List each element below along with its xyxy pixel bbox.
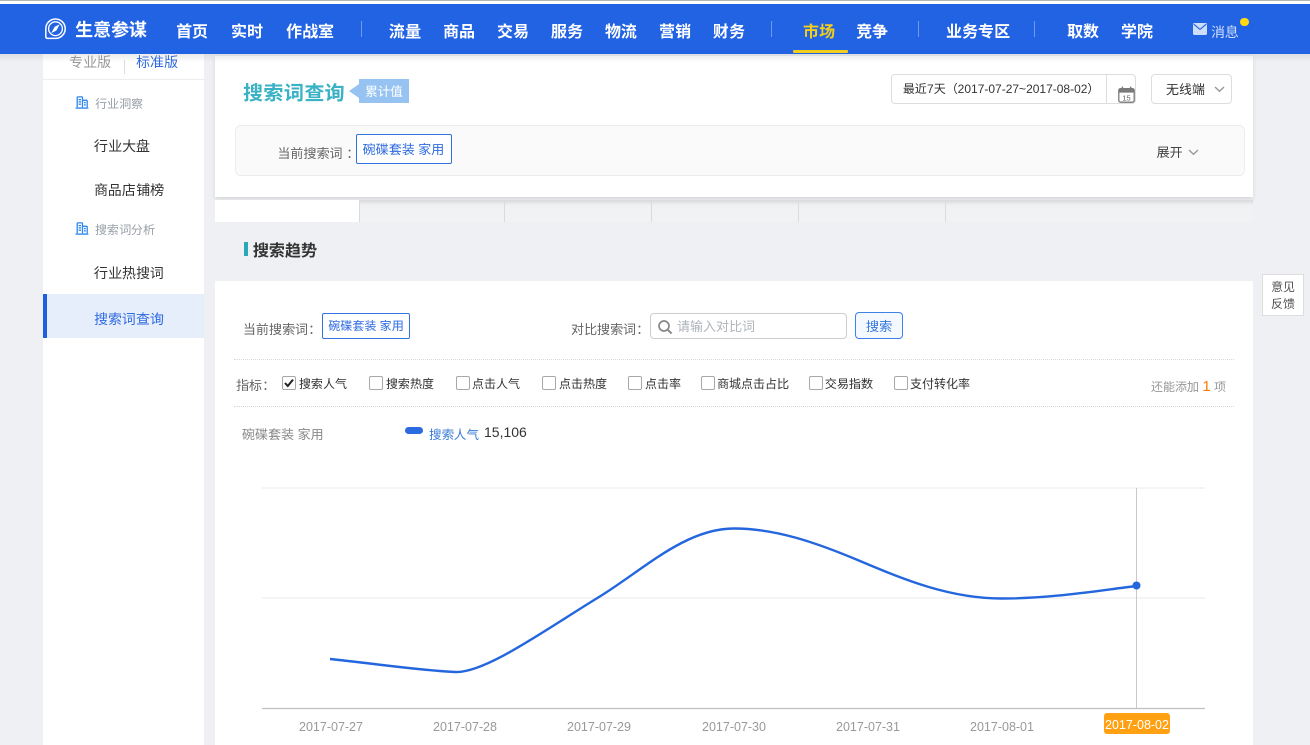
svg-text:15: 15 [1122,93,1130,102]
